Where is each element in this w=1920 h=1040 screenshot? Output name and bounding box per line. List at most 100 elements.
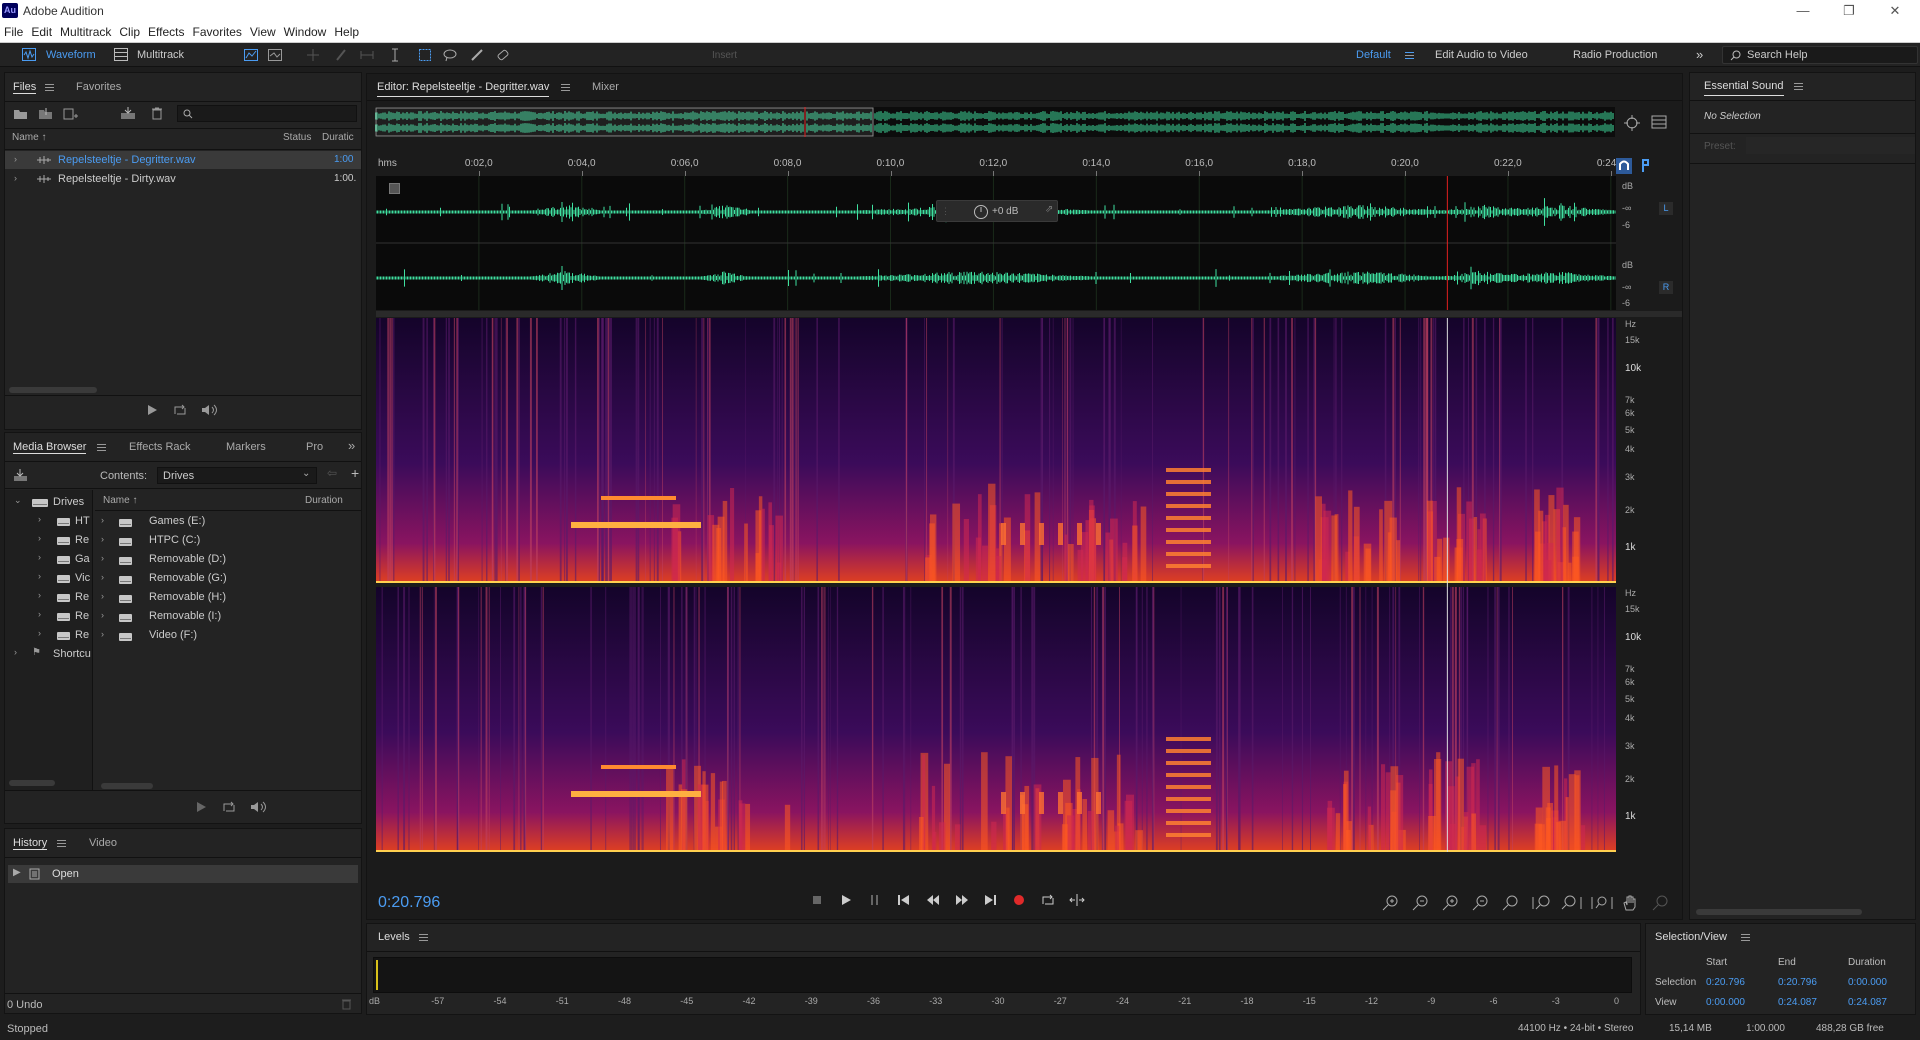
column-header-name[interactable]: Name ↑: [12, 132, 46, 143]
razor-tool-icon[interactable]: [334, 48, 348, 62]
marker-icon[interactable]: [1636, 158, 1650, 174]
skip-to-end-icon[interactable]: [984, 894, 996, 906]
delete-history-icon[interactable]: [341, 998, 352, 1010]
contents-dropdown[interactable]: Drives ⌄: [157, 467, 317, 484]
levels-title[interactable]: Levels: [378, 931, 410, 943]
history-item-open[interactable]: ▶ Open: [8, 865, 358, 883]
fast-forward-icon[interactable]: [955, 894, 969, 906]
tree-item[interactable]: › Vic: [5, 569, 93, 588]
more-tabs-icon[interactable]: »: [348, 438, 355, 453]
channel-toggle[interactable]: [389, 183, 400, 194]
media-browser-menu-icon[interactable]: [97, 444, 106, 451]
tree-item[interactable]: › Re: [5, 588, 93, 607]
overview-waveform[interactable]: [375, 107, 1615, 137]
move-tool-icon[interactable]: [306, 48, 320, 62]
tab-history[interactable]: History: [13, 837, 48, 850]
spot-healing-icon[interactable]: [496, 48, 510, 62]
import-file-icon[interactable]: [38, 107, 54, 120]
rewind-icon[interactable]: [926, 894, 940, 906]
view-start[interactable]: 0:00.000: [1706, 997, 1745, 1008]
back-arrow-icon[interactable]: ⇦: [327, 466, 337, 480]
drive-row[interactable]: › Removable (I:): [95, 607, 361, 626]
drive-row[interactable]: › Video (F:): [95, 626, 361, 645]
play-icon[interactable]: [841, 894, 852, 906]
add-shortcut-icon[interactable]: +: [351, 465, 359, 481]
zoom-to-selection-icon[interactable]: [1623, 114, 1641, 132]
loop-preview-icon[interactable]: [173, 404, 187, 416]
levels-menu-icon[interactable]: [419, 934, 428, 941]
drive-list-header-duration[interactable]: Duration: [305, 495, 343, 506]
expand-chevron-icon[interactable]: ›: [14, 154, 17, 164]
files-panel-menu-icon[interactable]: [45, 84, 54, 91]
workspace-edit-audio-to-video[interactable]: Edit Audio to Video: [1435, 49, 1528, 61]
expand-chevron-icon[interactable]: ›: [101, 610, 104, 620]
play-preview-icon[interactable]: [196, 801, 207, 813]
editor-tab[interactable]: Editor: Repelsteeltje - Degritter.wav: [377, 81, 550, 97]
waveform-area[interactable]: ⋮ +0 dB ⇗: [376, 176, 1616, 310]
files-filter-input[interactable]: [177, 105, 357, 122]
snap-icon[interactable]: [1616, 158, 1632, 174]
file-row-dirty[interactable]: › Repelsteeltje - Dirty.wav 1:00.: [5, 170, 361, 188]
loop-playback-icon[interactable]: [1041, 894, 1055, 906]
files-horizontal-scrollbar[interactable]: [9, 387, 97, 393]
import-to-files-icon[interactable]: [13, 468, 29, 482]
lasso-selection-icon[interactable]: [443, 48, 457, 62]
current-time-display[interactable]: 0:20.796: [378, 894, 440, 912]
menu-edit[interactable]: Edit: [27, 22, 56, 42]
menu-clip[interactable]: Clip: [115, 22, 144, 42]
preset-dropdown[interactable]: [1746, 137, 1915, 154]
close-file-icon[interactable]: [151, 107, 163, 120]
expand-chevron-icon[interactable]: ›: [101, 629, 104, 639]
autoplay-icon[interactable]: [250, 801, 270, 813]
skip-selection-icon[interactable]: [1069, 894, 1085, 906]
selection-view-title[interactable]: Selection/View: [1655, 931, 1727, 943]
zoom-out-full-icon[interactable]: [1501, 894, 1519, 912]
menu-window[interactable]: Window: [280, 22, 331, 42]
hud-handle-icon[interactable]: ⋮: [941, 206, 950, 217]
stop-icon[interactable]: [812, 895, 822, 905]
zoom-to-selection-time-icon[interactable]: [1591, 894, 1613, 912]
minimize-button[interactable]: —: [1780, 0, 1826, 22]
drive-list-scrollbar[interactable]: [101, 783, 153, 789]
gain-knob-icon[interactable]: [973, 204, 989, 220]
menu-help[interactable]: Help: [330, 22, 363, 42]
tab-video[interactable]: Video: [89, 837, 117, 849]
selection-end[interactable]: 0:20.796: [1778, 977, 1817, 988]
zoom-in-amplitude-icon[interactable]: [1381, 894, 1399, 912]
search-help-field[interactable]: Search Help: [1722, 46, 1918, 64]
tab-favorites[interactable]: Favorites: [76, 81, 121, 93]
tree-drives-label[interactable]: Drives: [53, 496, 84, 508]
view-duration[interactable]: 0:24.087: [1848, 997, 1887, 1008]
insert-into-multitrack-icon[interactable]: [120, 106, 136, 120]
selection-view-menu-icon[interactable]: [1741, 934, 1750, 941]
drive-list-header-name[interactable]: Name ↑: [103, 495, 137, 506]
channel-l-button[interactable]: L: [1659, 202, 1673, 215]
essential-sound-scrollbar[interactable]: [1696, 909, 1862, 915]
more-workspaces-icon[interactable]: »: [1696, 47, 1703, 62]
tree-item[interactable]: › Re: [5, 531, 93, 550]
tree-item[interactable]: › HT: [5, 512, 93, 531]
menu-file[interactable]: File: [0, 22, 27, 42]
selection-start[interactable]: 0:20.796: [1706, 977, 1745, 988]
drive-row[interactable]: › Removable (D:): [95, 550, 361, 569]
spectral-divider[interactable]: [376, 311, 1682, 317]
essential-sound-menu-icon[interactable]: [1794, 83, 1803, 90]
play-preview-icon[interactable]: [147, 404, 158, 416]
drive-row[interactable]: › Games (E:): [95, 512, 361, 531]
expand-chevron-icon[interactable]: ›: [101, 572, 104, 582]
open-file-icon[interactable]: [13, 107, 29, 120]
zoom-in-time-icon[interactable]: [1441, 894, 1459, 912]
zoom-in-end-icon[interactable]: [1561, 894, 1583, 912]
tree-item[interactable]: › Re: [5, 626, 93, 645]
menu-view[interactable]: View: [246, 22, 280, 42]
record-icon[interactable]: [1013, 894, 1025, 906]
workspace-menu-icon[interactable]: [1405, 52, 1414, 59]
pin-hud-icon[interactable]: ⇗: [1045, 204, 1053, 215]
menu-multitrack[interactable]: Multitrack: [56, 22, 115, 42]
time-ruler[interactable]: hms 0:02,0 0:04,0 0:06,0 0:08,0 0:10,0 0:12,0…: [376, 156, 1616, 176]
expand-chevron-icon[interactable]: ›: [101, 534, 104, 544]
tab-properties[interactable]: Pro: [306, 441, 323, 453]
multitrack-button[interactable]: Multitrack: [137, 49, 184, 61]
drive-row[interactable]: › HTPC (C:): [95, 531, 361, 550]
history-panel-menu-icon[interactable]: [57, 840, 66, 847]
